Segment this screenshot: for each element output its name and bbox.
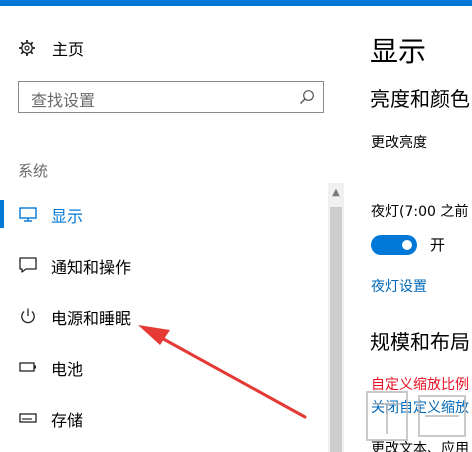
gear-icon [19, 40, 35, 56]
home-link[interactable]: 主页 [18, 36, 84, 60]
scroll-thumb[interactable] [330, 207, 342, 452]
home-label: 主页 [52, 40, 85, 59]
toggle-knob [402, 240, 412, 250]
search-input[interactable]: 查找设置 [18, 81, 324, 113]
power-icon [21, 308, 35, 324]
night-light-settings-link[interactable]: 夜灯设置 [371, 276, 427, 296]
custom-scale-warning: 自定义缩放比例 [371, 377, 469, 393]
nav-item-label: 电池 [51, 360, 84, 379]
nav-item-notifications[interactable]: 通知和操作 [0, 242, 330, 288]
page-title: 显示 [370, 35, 427, 68]
scroll-up-button[interactable]: ▲ [328, 183, 344, 201]
section-title: 系统 [18, 162, 49, 180]
turn-off-custom-scale-link[interactable]: 关闭自定义缩放 [371, 397, 469, 417]
nav-item-battery[interactable]: 电池 [0, 344, 330, 390]
search-placeholder: 查找设置 [31, 91, 96, 110]
nav-item-power-sleep[interactable]: 电源和睡眠 [0, 293, 330, 339]
change-brightness-label: 更改亮度 [371, 135, 427, 151]
search-icon [300, 90, 314, 104]
scale-layout-heading: 规模和布局 [370, 330, 470, 354]
storage-icon [19, 413, 37, 423]
navigation-pane: 主页 查找设置 系统 显示 通知和操作 电源和睡眠 电池 存储 ▲ [0, 6, 345, 452]
nav-item-label: 电源和睡眠 [51, 309, 132, 328]
nav-item-label: 存储 [51, 411, 84, 430]
notification-icon [19, 257, 37, 273]
battery-icon [19, 362, 36, 372]
settings-window: 主页 查找设置 系统 显示 通知和操作 电源和睡眠 电池 存储 ▲ 显示 亮度和… [0, 0, 472, 452]
selection-indicator [0, 200, 4, 228]
nav-item-label: 通知和操作 [51, 258, 132, 277]
change-text-size-label: 更改文本、应用 [371, 441, 469, 452]
content-pane: 显示 亮度和颜色 更改亮度 夜灯(7:00 之前 开 夜灯设置 规模和布局 自定… [345, 6, 472, 452]
nav-item-display[interactable]: 显示 [0, 191, 330, 237]
nav-item-label: 显示 [51, 207, 84, 226]
night-light-label: 夜灯(7:00 之前 [371, 204, 469, 220]
nav-item-storage[interactable]: 存储 [0, 395, 330, 441]
night-light-toggle[interactable] [371, 235, 417, 255]
monitor-icon [19, 207, 37, 222]
brightness-heading: 亮度和颜色 [370, 87, 470, 111]
toggle-state-label: 开 [430, 236, 446, 254]
scrollbar[interactable]: ▲ [328, 183, 344, 452]
